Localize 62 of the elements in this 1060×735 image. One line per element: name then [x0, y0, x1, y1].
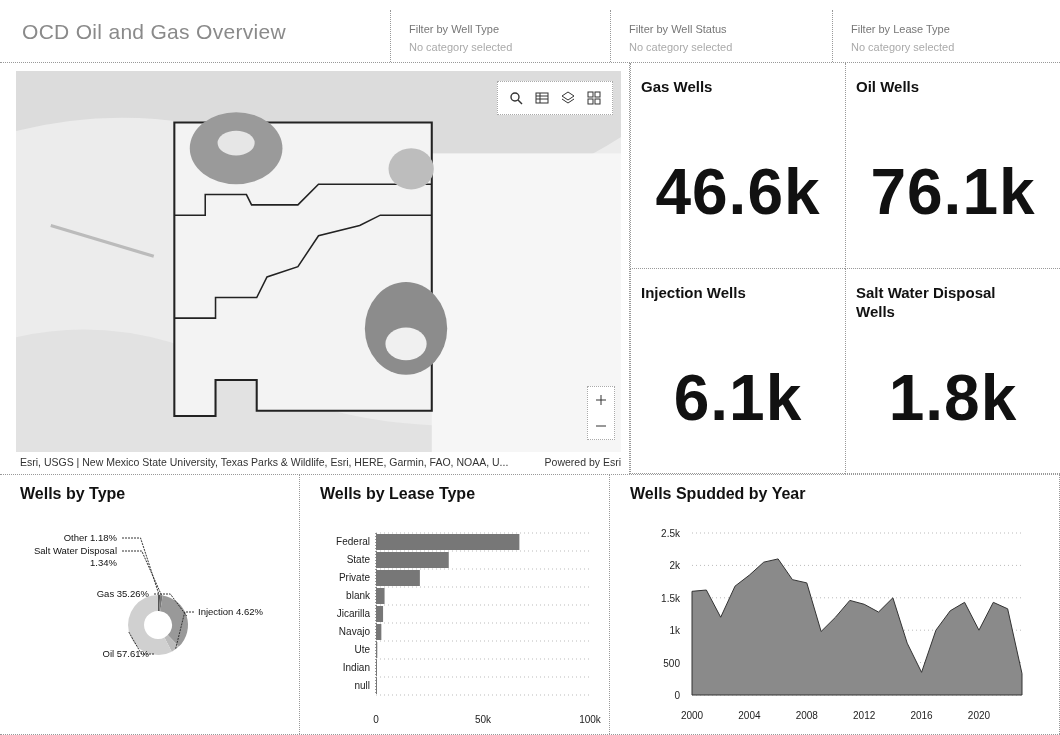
search-icon[interactable] [508, 90, 524, 106]
axis-tick-label: 500 [663, 657, 680, 669]
grid-icon[interactable] [586, 90, 602, 106]
donut-slice[interactable] [164, 635, 179, 652]
plus-icon [596, 395, 606, 405]
card-title: Gas Wells [641, 77, 714, 97]
slice-label: Oil 57.61% [102, 648, 149, 660]
axis-tick-label: 2000 [680, 710, 704, 721]
axis-tick-label: 0 [674, 690, 680, 701]
axis-tick-label: 100k [579, 714, 601, 725]
chart-title: Wells Spudded by Year [630, 485, 806, 503]
category-label: blank [346, 590, 370, 601]
card-title: Oil Wells [856, 77, 921, 97]
filter-dropdown[interactable]: Filter by Well Type No category selected [390, 10, 610, 62]
kpi-value: 6.1k [673, 360, 803, 435]
filter-label: Filter by Well Type [409, 23, 501, 35]
filter-placeholder: No category selected [409, 41, 514, 53]
filter-dropdown[interactable]: Filter by Well Status No category selected [610, 10, 832, 62]
category-label: Indian [342, 662, 370, 673]
list-icon[interactable] [534, 90, 550, 106]
category-label: Jicarilla [336, 608, 370, 619]
bar[interactable] [376, 588, 385, 604]
card-title: Salt Water Disposal Wells [856, 282, 997, 322]
card-title: Injection Wells [641, 282, 747, 303]
axis-tick-label: 1k [669, 625, 680, 637]
layers-icon[interactable] [560, 90, 576, 106]
slice-label: Other 1.18% [63, 532, 117, 544]
category-label: State [346, 554, 370, 565]
category-label: Federal [336, 536, 370, 547]
axis-tick-label: 1.5k [661, 592, 680, 604]
map-attribution: Esri, USGS | New Mexico State University, Texas Parks & Wildlife, Esri, HERE, Garmin, FAO, NOAA, U... [20, 456, 509, 468]
kpi-value: 46.6k [655, 155, 821, 230]
kpi-value: 76.1k [870, 155, 1036, 230]
slice-label: Salt Water Disposal 1.34% [32, 545, 117, 569]
axis-tick-label: 50k [474, 714, 492, 725]
powered-by-link[interactable]: Powered by Esri [544, 456, 621, 468]
donut-slice[interactable] [160, 595, 188, 647]
dashboard-title: OCD Oil and Gas Overview [21, 19, 287, 45]
slice-label: Gas 35.26% [96, 588, 149, 600]
axis-tick-label: 2012 [853, 710, 876, 721]
axis-tick-label: 2008 [795, 710, 818, 721]
filter-placeholder: No category selected [851, 41, 956, 53]
chart-title: Wells by Type [20, 485, 126, 503]
axis-tick-label: 2016 [910, 710, 933, 721]
filter-label: Filter by Well Status [629, 23, 728, 35]
bar[interactable] [376, 606, 384, 622]
category-label: Navajo [338, 626, 370, 637]
chart-title: Wells by Lease Type [320, 485, 476, 503]
slice-label: Injection 4.62% [198, 606, 263, 618]
category-label: null [354, 680, 370, 691]
axis-tick-label: 0 [373, 714, 379, 725]
filter-label: Filter by Lease Type [851, 23, 951, 35]
category-label: Private [338, 572, 370, 583]
bar[interactable] [376, 624, 382, 640]
category-label: Ute [354, 644, 370, 655]
filter-placeholder: No category selected [629, 41, 734, 53]
filter-dropdown[interactable]: Filter by Lease Type No category selected [832, 10, 1060, 62]
axis-tick-label: 2020 [967, 710, 991, 721]
kpi-value: 1.8k [888, 360, 1018, 435]
axis-tick-label: 2k [669, 560, 680, 572]
axis-tick-label: 2.5k [661, 528, 680, 539]
axis-tick-label: 2004 [738, 710, 761, 721]
